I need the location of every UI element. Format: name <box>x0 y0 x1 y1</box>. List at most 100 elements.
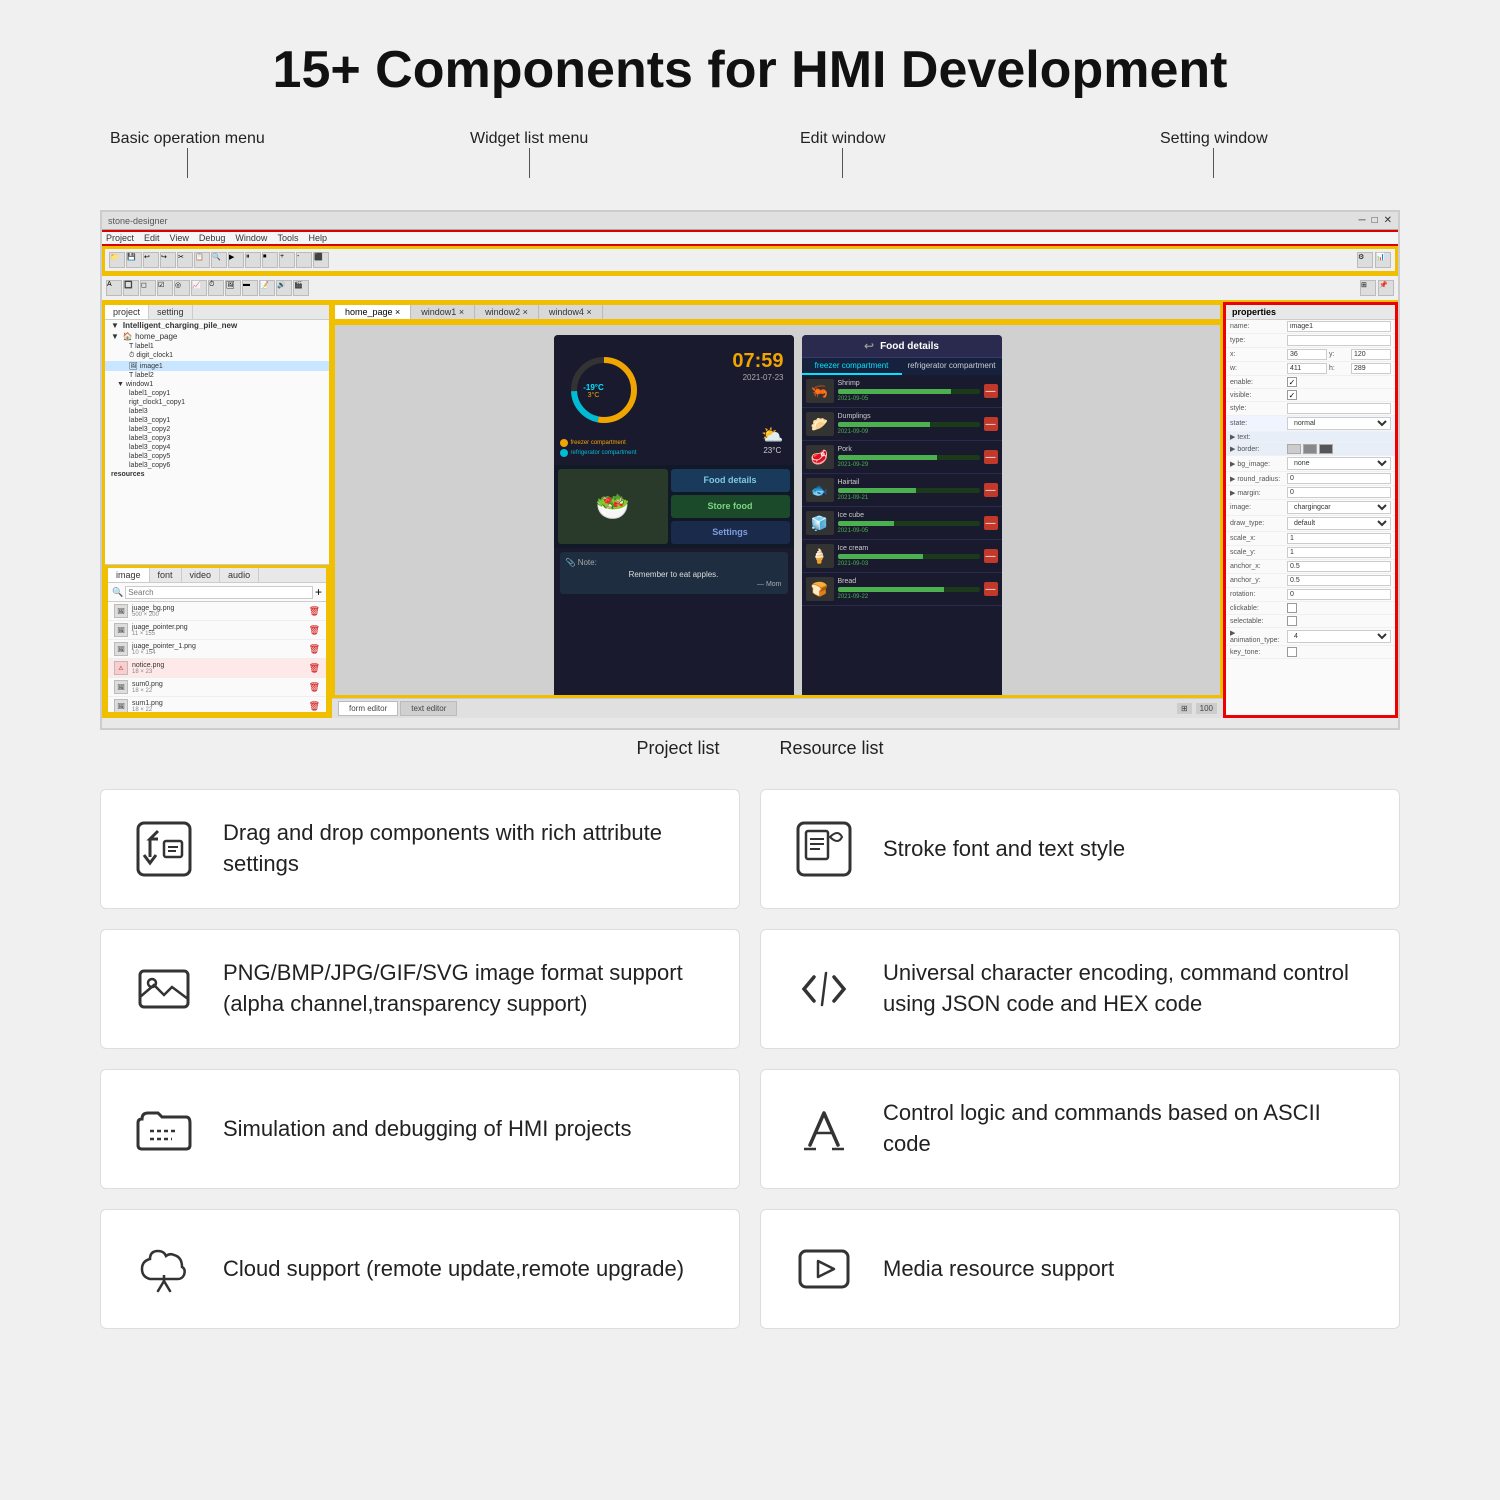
tree-item[interactable]: label3_copy5 <box>105 452 329 461</box>
tb-btn[interactable]: ⏸ <box>245 252 261 268</box>
back-btn[interactable]: ↩ <box>864 339 874 353</box>
prop-input-w[interactable] <box>1287 363 1327 374</box>
tb-btn[interactable]: ▶ <box>228 252 244 268</box>
delete-res-btn[interactable]: 🗑 <box>309 701 320 712</box>
tb-btn-right[interactable]: ⚙ <box>1357 252 1373 268</box>
food-delete-btn[interactable]: — <box>984 582 998 596</box>
menu-help[interactable]: Help <box>308 233 327 243</box>
prop-input-anchor-y[interactable] <box>1287 575 1391 586</box>
food-delete-btn[interactable]: — <box>984 483 998 497</box>
widget-btn[interactable]: 🔲 <box>123 280 139 296</box>
tree-item[interactable]: ▼Intelligent_charging_pile_new <box>105 320 329 331</box>
prop-input-style[interactable] <box>1287 403 1391 414</box>
delete-res-btn[interactable]: 🗑 <box>309 606 320 617</box>
tree-item[interactable]: T label1 <box>105 342 329 351</box>
tree-item[interactable]: label3 <box>105 407 329 416</box>
tb-btn[interactable]: 💾 <box>126 252 142 268</box>
prop-input-x[interactable] <box>1287 349 1327 360</box>
tree-item[interactable]: 🖼 image1 <box>105 361 329 371</box>
prop-input-margin[interactable] <box>1287 487 1391 498</box>
tab-window1[interactable]: window1 × <box>411 305 475 319</box>
btn-settings[interactable]: Settings <box>671 521 790 544</box>
close-btn[interactable]: ✕ <box>1384 215 1392 226</box>
widget-btn[interactable]: ◻ <box>140 280 156 296</box>
bottom-tab-form[interactable]: form editor <box>338 701 398 716</box>
food-tab-freezer[interactable]: freezer compartment <box>802 358 902 375</box>
food-tab-fridge[interactable]: refrigerator compartment <box>902 358 1002 375</box>
prop-input-anchor-x[interactable] <box>1287 561 1391 572</box>
color-swatch[interactable] <box>1303 444 1317 454</box>
tree-item[interactable]: ⏱ digit_clock1 <box>105 351 329 361</box>
delete-res-btn[interactable]: 🗑 <box>309 663 320 674</box>
tree-item[interactable]: label3_copy3 <box>105 434 329 443</box>
tree-item[interactable]: resources <box>105 470 329 479</box>
prop-checkbox-enable[interactable]: ✓ <box>1287 377 1297 387</box>
tb-btn[interactable]: ↩ <box>143 252 159 268</box>
prop-input-y[interactable] <box>1351 349 1391 360</box>
delete-res-btn[interactable]: 🗑 <box>309 682 320 693</box>
tree-item[interactable]: label3_copy1 <box>105 416 329 425</box>
tb-btn[interactable]: 🔍 <box>211 252 227 268</box>
food-delete-btn[interactable]: — <box>984 417 998 431</box>
tb-view-btn[interactable]: ⊞ <box>1360 280 1376 296</box>
widget-btn[interactable]: ▬ <box>242 280 258 296</box>
res-tab-font[interactable]: font <box>150 568 182 582</box>
widget-btn[interactable]: ⏱ <box>208 280 224 296</box>
res-tab-audio[interactable]: audio <box>220 568 259 582</box>
menu-tools[interactable]: Tools <box>277 233 298 243</box>
res-tab-video[interactable]: video <box>182 568 221 582</box>
tb-btn[interactable]: - <box>296 252 312 268</box>
widget-btn[interactable]: 📈 <box>191 280 207 296</box>
res-tab-image[interactable]: image <box>108 568 150 582</box>
tb-view-btn[interactable]: 📌 <box>1378 280 1394 296</box>
tab-home-page[interactable]: home_page × <box>335 305 411 319</box>
prop-input-radius[interactable] <box>1287 473 1391 484</box>
maximize-btn[interactable]: □ <box>1372 215 1378 226</box>
food-delete-btn[interactable]: — <box>984 549 998 563</box>
delete-res-btn[interactable]: 🗑 <box>309 625 320 636</box>
widget-btn[interactable]: 🔊 <box>276 280 292 296</box>
tab-window2[interactable]: window2 × <box>475 305 539 319</box>
tb-btn[interactable]: ⬛ <box>313 252 329 268</box>
menu-debug[interactable]: Debug <box>199 233 226 243</box>
food-delete-btn[interactable]: — <box>984 384 998 398</box>
btn-food-details[interactable]: Food details <box>671 469 790 492</box>
prop-input-type[interactable] <box>1287 335 1391 346</box>
tree-item[interactable]: ▼ window1 <box>105 380 329 389</box>
prop-select-draw-type[interactable]: default <box>1287 517 1391 530</box>
tab-window4[interactable]: window4 × <box>539 305 603 319</box>
zoom-ctrl[interactable]: 100 <box>1196 703 1217 714</box>
tb-btn[interactable]: ✂ <box>177 252 193 268</box>
widget-btn[interactable]: 🎬 <box>293 280 309 296</box>
prop-input-rotation[interactable] <box>1287 589 1391 600</box>
prop-input-scale-x[interactable] <box>1287 533 1391 544</box>
widget-btn[interactable]: A <box>106 280 122 296</box>
prop-input-name[interactable] <box>1287 321 1391 332</box>
project-tab[interactable]: project <box>105 305 149 319</box>
add-resource-btn[interactable]: + <box>315 585 322 599</box>
color-swatch[interactable] <box>1287 444 1301 454</box>
widget-btn[interactable]: 📝 <box>259 280 275 296</box>
tree-item[interactable]: T label2 <box>105 371 329 380</box>
tb-btn[interactable]: + <box>279 252 295 268</box>
tree-item[interactable]: label1_copy1 <box>105 389 329 398</box>
menu-window[interactable]: Window <box>235 233 267 243</box>
tb-btn[interactable]: 📁 <box>109 252 125 268</box>
tb-btn[interactable]: ↪ <box>160 252 176 268</box>
prop-checkbox-clickable[interactable] <box>1287 603 1297 613</box>
tree-item[interactable]: rigt_clock1_copy1 <box>105 398 329 407</box>
tb-btn[interactable]: ⏹ <box>262 252 278 268</box>
tree-item[interactable]: ▼🏠 home_page <box>105 331 329 342</box>
food-delete-btn[interactable]: — <box>984 450 998 464</box>
resource-search-input[interactable] <box>125 586 313 599</box>
prop-select-anim-type[interactable]: 4 <box>1287 630 1391 643</box>
food-delete-btn[interactable]: — <box>984 516 998 530</box>
color-swatch[interactable] <box>1319 444 1333 454</box>
prop-input-scale-y[interactable] <box>1287 547 1391 558</box>
prop-checkbox-selectable[interactable] <box>1287 616 1297 626</box>
setting-tab[interactable]: setting <box>149 305 193 319</box>
tree-item[interactable]: label3_copy2 <box>105 425 329 434</box>
zoom-ctrl[interactable]: ⊞ <box>1177 703 1192 714</box>
prop-select-bg-image[interactable]: none <box>1287 457 1391 470</box>
prop-select-state[interactable]: normal pressed <box>1287 417 1391 430</box>
